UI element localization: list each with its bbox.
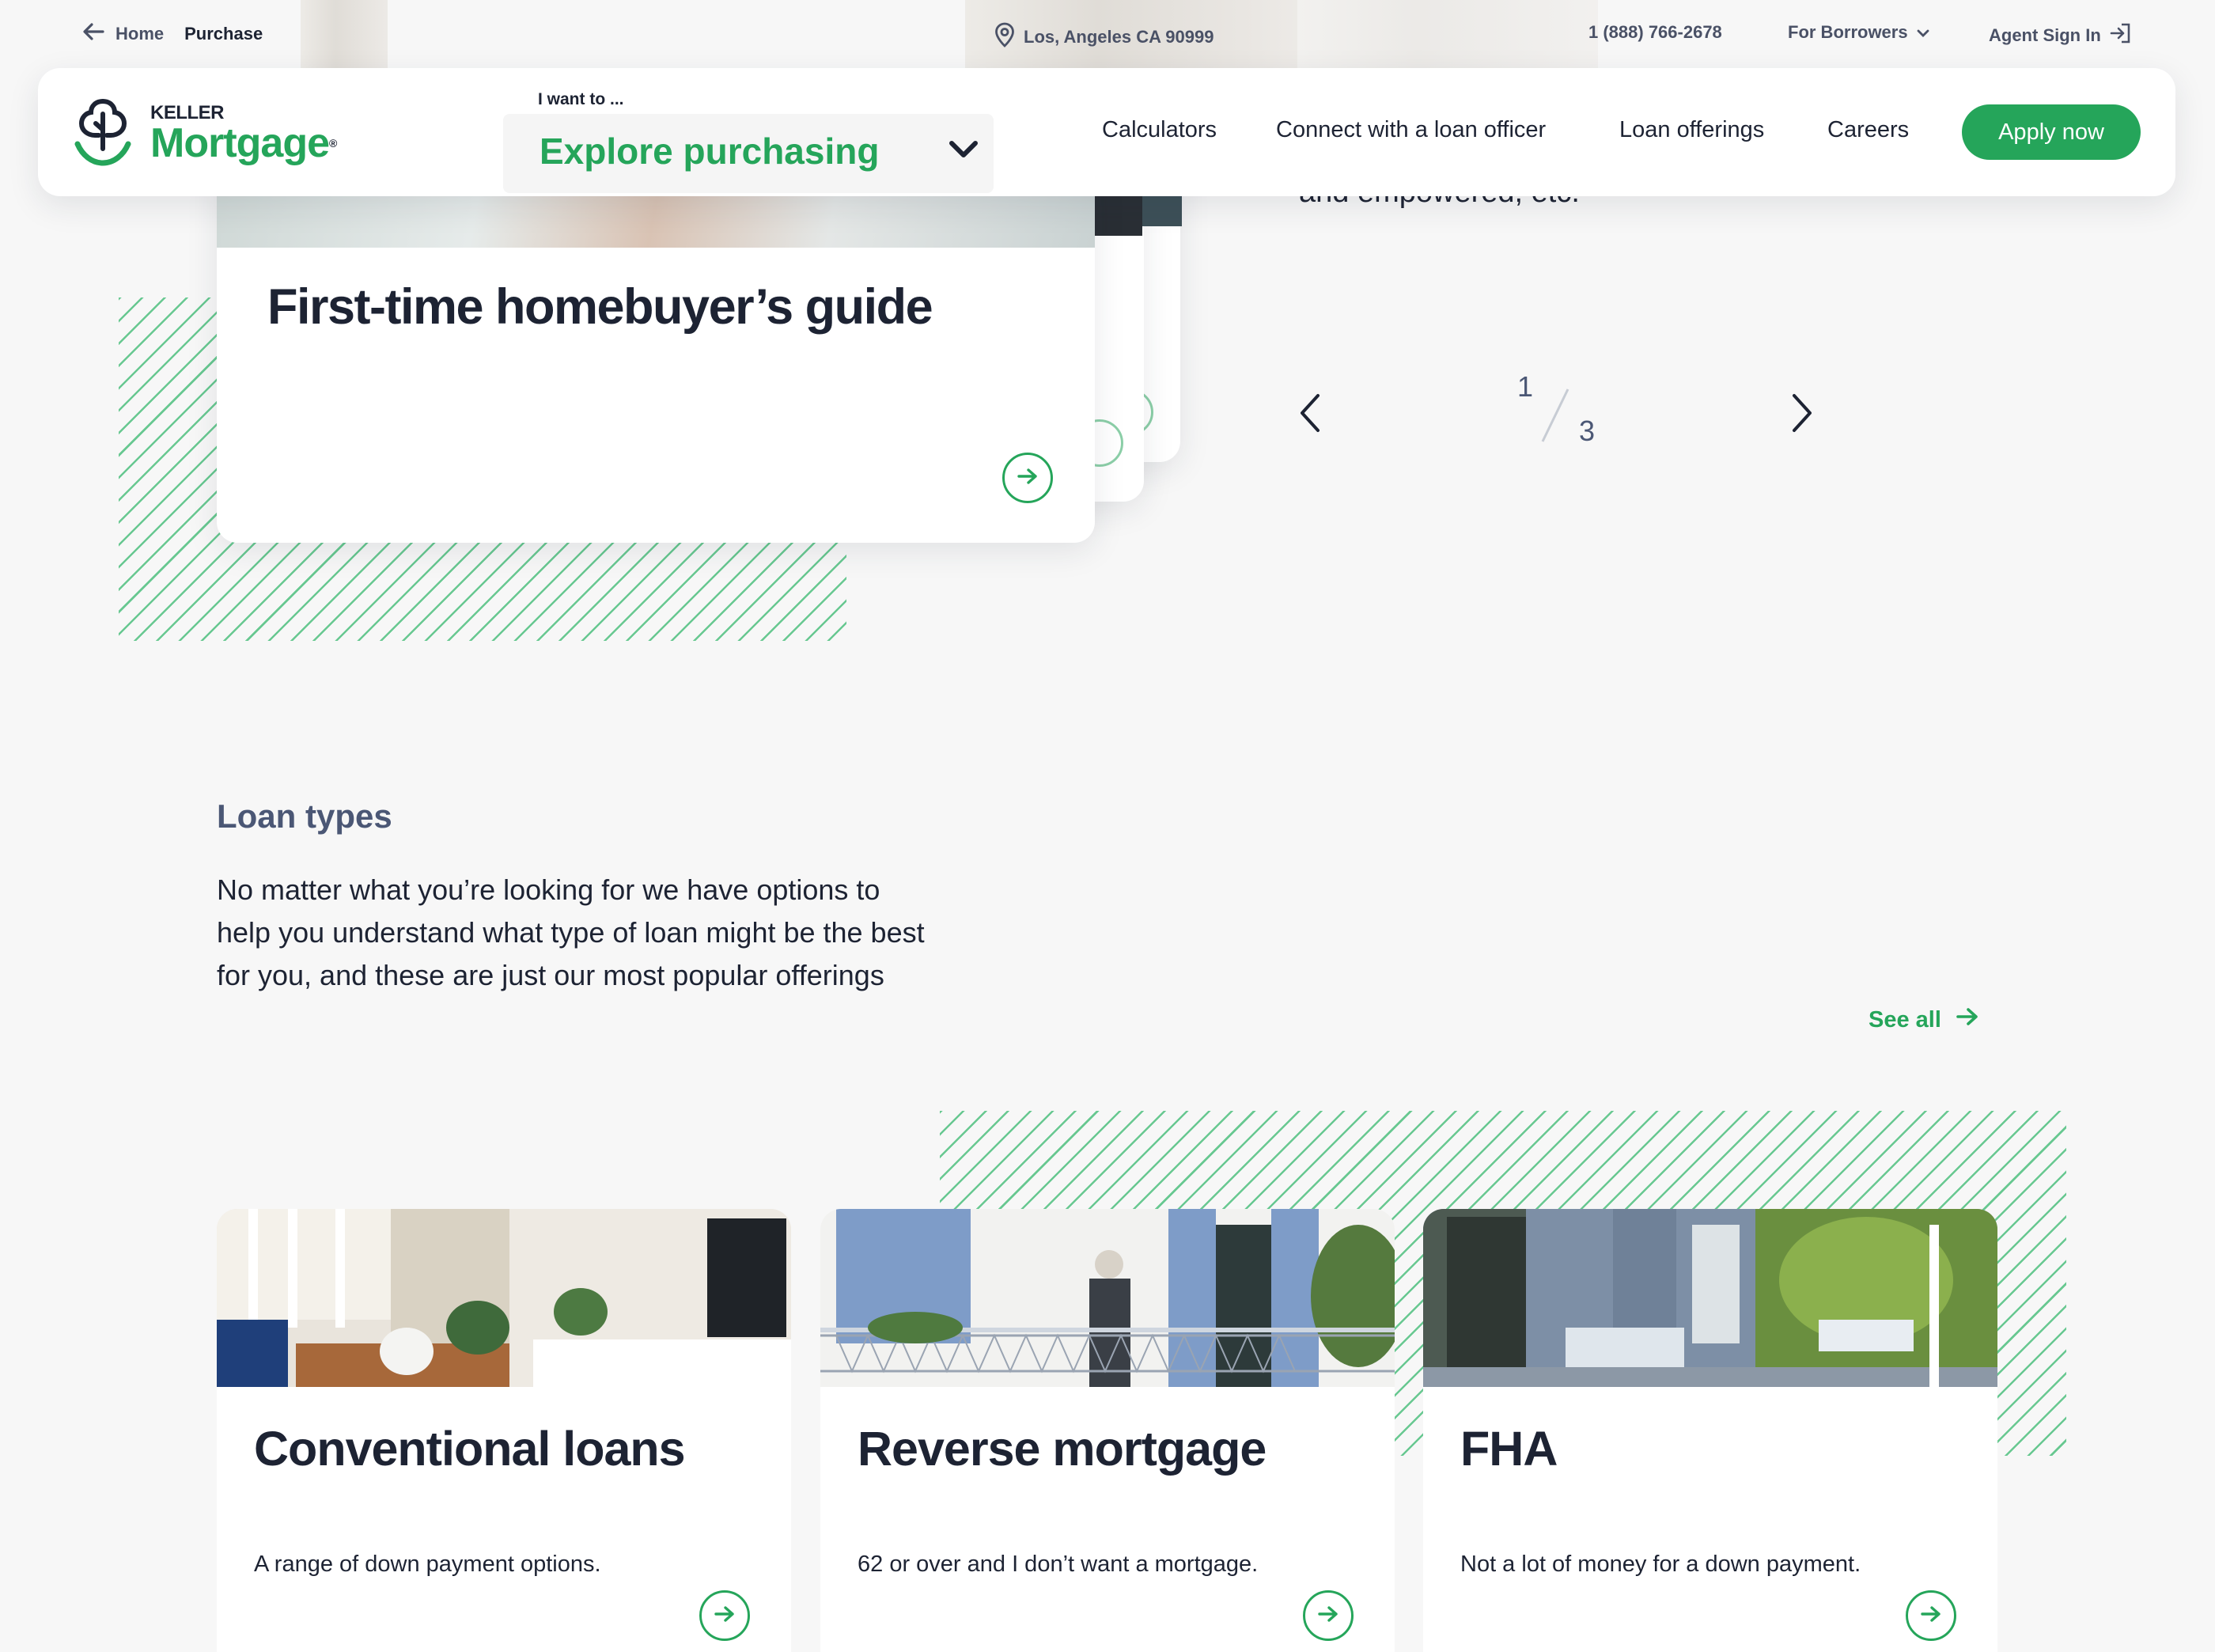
nav-loan-offerings[interactable]: Loan offerings [1619,117,1764,143]
background-photo-strip [1297,0,1598,68]
location[interactable]: Los, Angeles CA 90999 [994,22,1214,52]
arrow-right-icon [714,1605,736,1627]
loan-card-arrow-button[interactable] [699,1590,750,1641]
carousel-total: 3 [1579,415,1596,447]
guide-card[interactable]: First-time homebuyer’s guide [217,158,1095,543]
arrow-right-icon [1317,1605,1339,1627]
loan-card-description: Not a lot of money for a down payment. [1460,1552,1861,1577]
intent-selector[interactable]: I want to ... Explore purchasing [465,90,994,193]
loan-types-heading: Loan types [217,798,392,835]
tree-logo-icon [71,95,134,172]
main-header: KELLER Mortgage® I want to ... Explore p… [38,68,2175,196]
keller-mortgage-logo[interactable]: KELLER Mortgage® [71,95,337,172]
chevron-down-icon [1916,22,1930,43]
utility-bar: Home Purchase Los, Angeles CA 90999 1 (8… [0,0,2215,68]
background-photo-strip [301,0,388,68]
loan-card-arrow-button[interactable] [1906,1590,1956,1641]
arrow-right-icon [1017,467,1039,490]
carousel-next-button[interactable] [1789,392,1815,438]
breadcrumb: Home Purchase [82,22,263,46]
apply-now-button[interactable]: Apply now [1962,104,2141,160]
arrow-right-icon [1956,1006,1979,1033]
loan-card-description: 62 or over and I don’t want a mortgage. [858,1552,1259,1577]
sign-in-icon [2109,22,2133,49]
chevron-right-icon [1789,394,1815,437]
intent-value[interactable]: Explore purchasing [540,130,879,172]
chevron-down-icon[interactable] [948,139,979,164]
loan-types-description: No matter what you’re looking for we hav… [217,873,925,991]
loan-card-conventional[interactable]: Conventional loans A range of down payme… [217,1209,791,1652]
living-room-photo [217,1209,791,1387]
guide-card-title: First-time homebuyer’s guide [267,279,933,335]
see-all-link[interactable]: See all [1869,1006,1979,1033]
pager-divider [1539,388,1571,447]
phone-number[interactable]: 1 (888) 766-2678 [1588,22,1722,43]
map-pin-icon [994,22,1016,52]
arrow-left-icon[interactable] [82,22,104,46]
loan-card-fha[interactable]: FHA Not a lot of money for a down paymen… [1423,1209,1997,1652]
carousel-current: 1 [1517,370,1534,403]
logo-mortgage-text: Mortgage® [150,119,337,166]
logo-mortgage-word: Mortgage [150,119,330,166]
location-text: Los, Angeles CA 90999 [1024,27,1214,47]
nav-calculators[interactable]: Calculators [1102,117,1217,143]
arrow-right-icon [1920,1605,1942,1627]
see-all-label[interactable]: See all [1869,1007,1941,1033]
loan-card-title: Conventional loans [254,1422,686,1476]
registered-mark: ® [329,136,337,150]
nav-careers[interactable]: Careers [1827,117,1909,143]
chevron-left-icon [1297,394,1323,437]
agent-sign-in[interactable]: Agent Sign In [1989,22,2133,49]
loan-card-reverse-mortgage[interactable]: Reverse mortgage 62 or over and I don’t … [820,1209,1395,1652]
guide-card-arrow-button[interactable] [1002,453,1053,503]
loan-card-title: FHA [1460,1422,1558,1476]
balcony-woman-photo [820,1209,1395,1387]
for-borrowers-dropdown[interactable]: For Borrowers [1788,22,1930,43]
breadcrumb-current: Purchase [184,24,263,44]
breadcrumb-home[interactable]: Home [115,24,164,44]
phone-link[interactable]: 1 (888) 766-2678 [1588,22,1722,43]
nav-connect-loan-officer[interactable]: Connect with a loan officer [1276,117,1546,143]
front-porch-photo [1423,1209,1997,1387]
loan-card-arrow-button[interactable] [1303,1590,1354,1641]
carousel-prev-button[interactable] [1297,392,1323,438]
intent-label: I want to ... [538,90,624,108]
loan-card-title: Reverse mortgage [858,1422,1267,1476]
for-borrowers-label[interactable]: For Borrowers [1788,22,1908,43]
agent-sign-in-label[interactable]: Agent Sign In [1989,25,2101,46]
loan-card-description: A range of down payment options. [254,1552,601,1577]
